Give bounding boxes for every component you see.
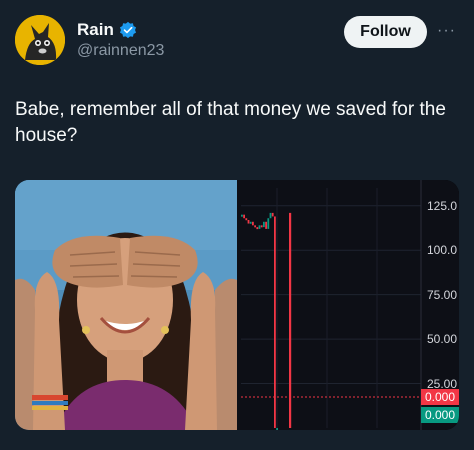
chart-candle	[267, 218, 270, 229]
chart-tick-label: 50.00	[427, 332, 458, 347]
chart-candle	[274, 216, 276, 428]
avatar-image	[15, 15, 65, 65]
chart-price-label: 0.000	[421, 389, 459, 405]
meme-photo	[15, 180, 237, 430]
name-row: Rain	[77, 20, 137, 40]
price-chart: 125.0 100.0 75.00 50.00 25.00 0.000 0.000	[237, 180, 459, 430]
chart-candle	[245, 218, 248, 221]
chart-tick-label: 100.0	[427, 243, 458, 258]
more-dots-icon[interactable]: ···	[437, 23, 459, 39]
avatar[interactable]	[15, 15, 65, 65]
chart-candle	[263, 221, 265, 228]
chart-candle	[258, 225, 261, 229]
chart-crash-candle	[289, 212, 292, 428]
chart-candle	[256, 227, 259, 230]
tweet-card: Rain @rainnen23 Follow ··· Babe, remembe…	[0, 0, 474, 450]
chart-candle	[241, 214, 243, 217]
chart-candle	[271, 212, 274, 217]
chart-tick-label: 75.00	[427, 287, 458, 302]
follow-button[interactable]: Follow	[344, 16, 427, 48]
chart-candle	[252, 221, 254, 226]
tweet-media[interactable]: 125.0 100.0 75.00 50.00 25.00 0.000 0.000	[15, 180, 459, 430]
user-handle[interactable]: @rainnen23	[77, 42, 164, 60]
chart-candle	[249, 221, 252, 224]
chart-candle	[247, 220, 250, 224]
chart-candle	[254, 225, 256, 228]
chart-candle	[269, 212, 272, 219]
display-name[interactable]: Rain	[77, 20, 114, 40]
verified-badge-icon	[119, 21, 136, 39]
chart-candle	[260, 225, 263, 228]
chart-candle	[276, 428, 278, 430]
chart-price-label: 0.000	[421, 407, 459, 423]
tweet-text: Babe, remember all of that money we save…	[15, 99, 446, 146]
chart-candle	[243, 214, 245, 219]
chart-candle	[265, 221, 267, 229]
chart-tick-label: 125.0	[427, 198, 458, 213]
